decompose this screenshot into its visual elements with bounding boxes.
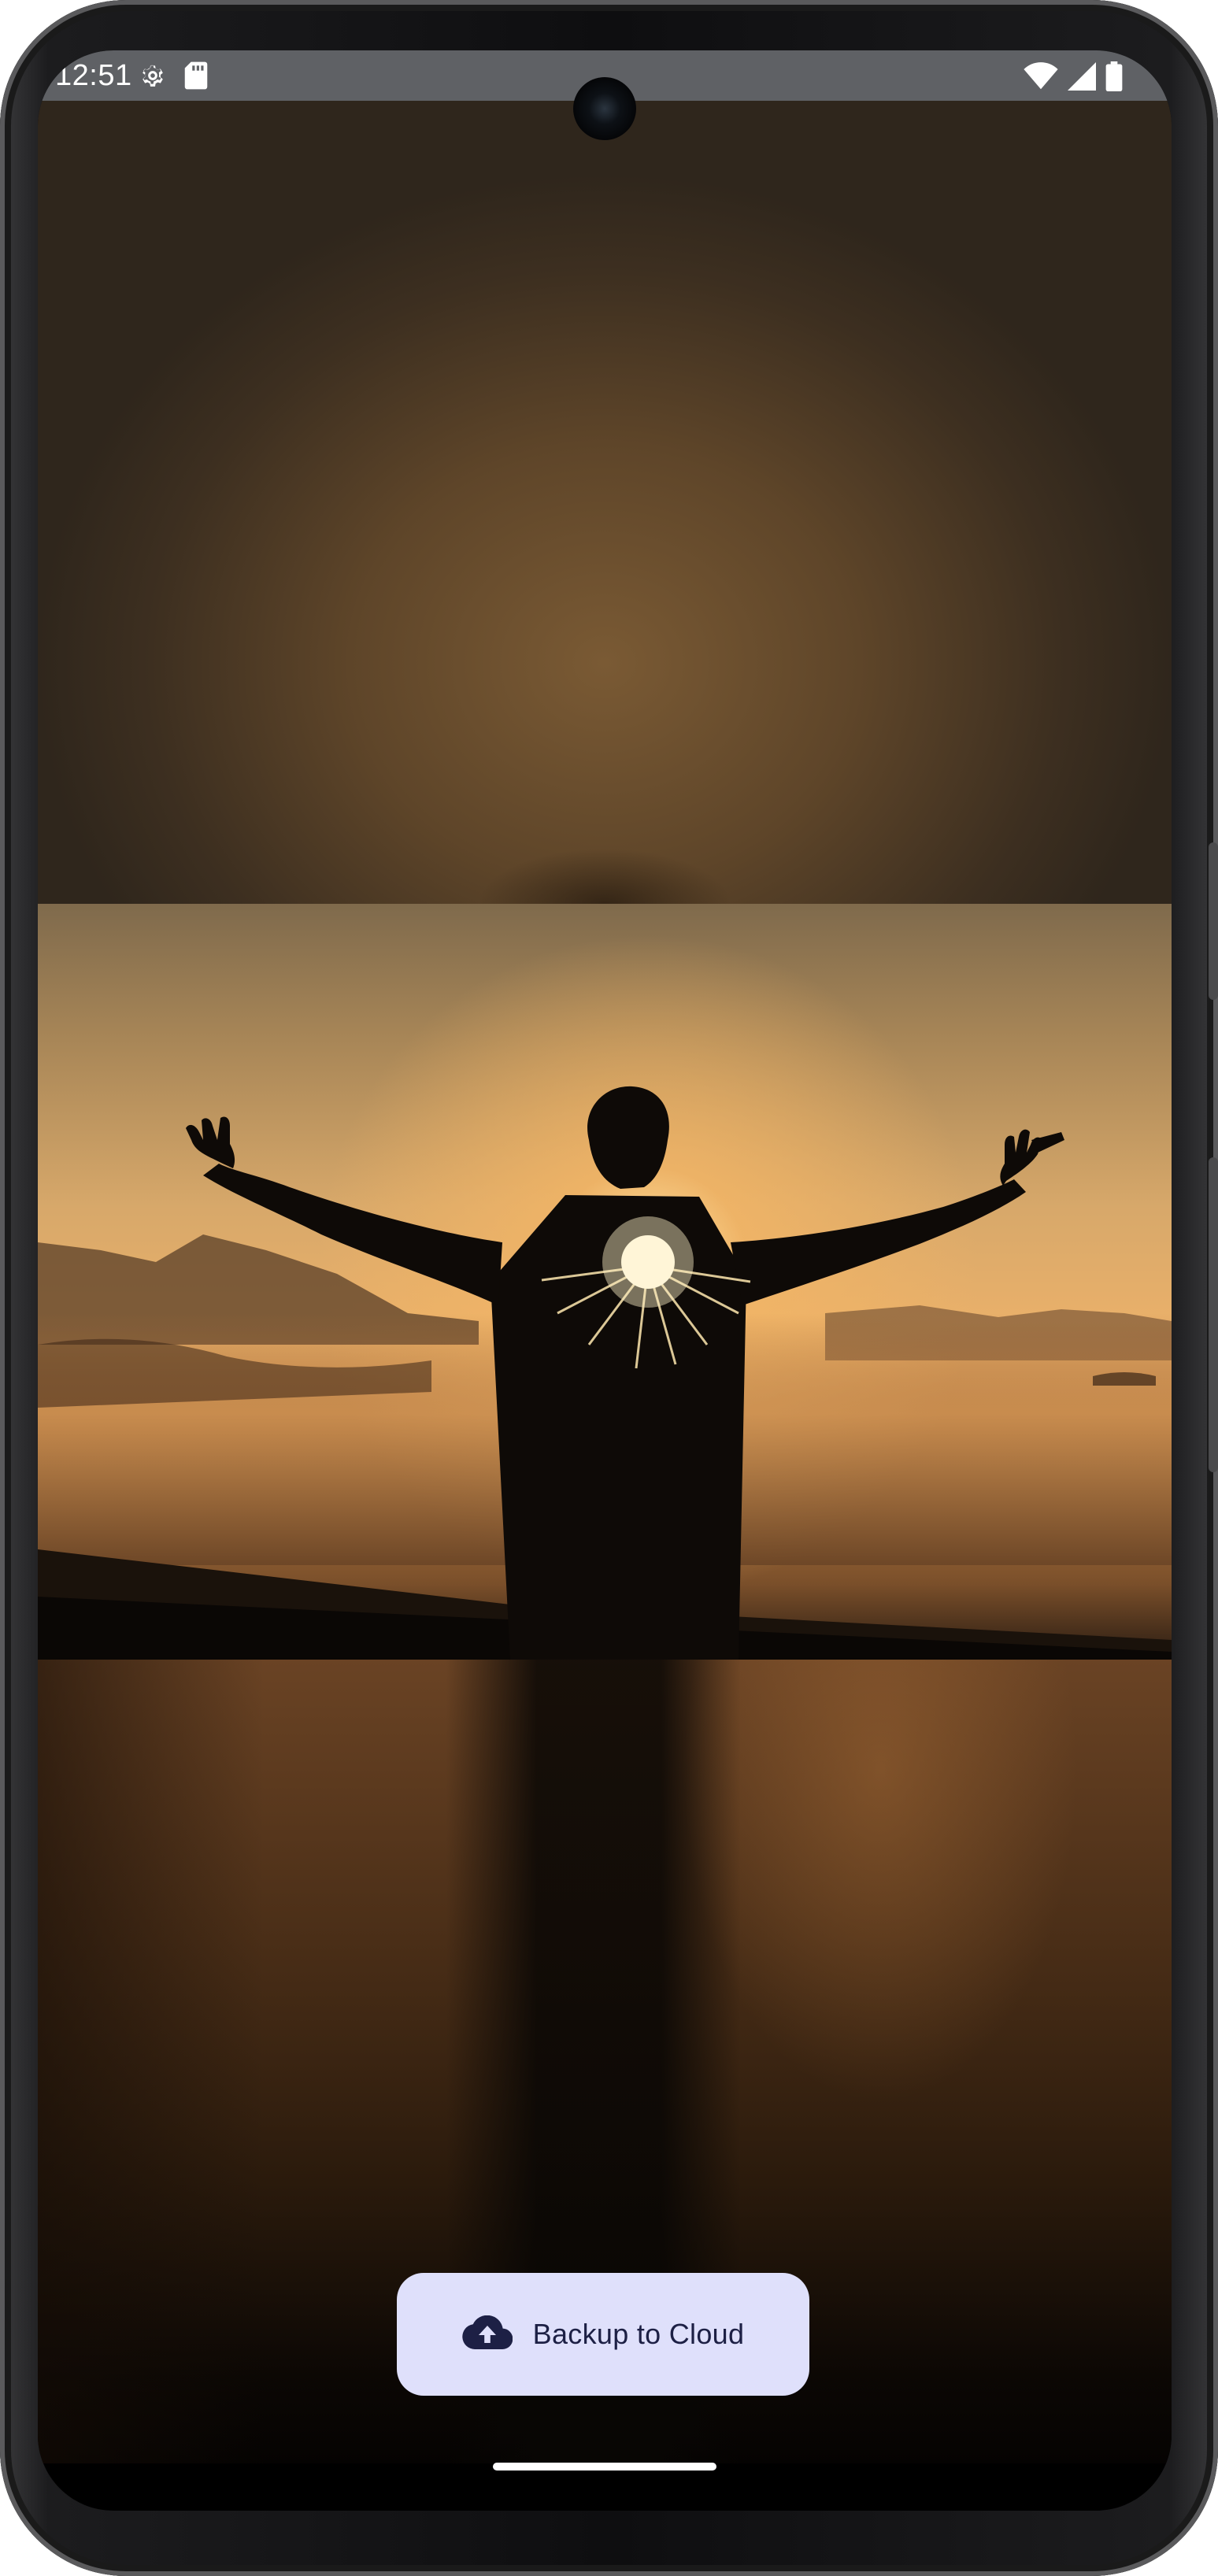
status-icons-left (137, 60, 209, 95)
home-gesture-handle[interactable] (493, 2463, 716, 2471)
status-time: 12:51 (55, 59, 132, 92)
status-icons-right (1024, 61, 1123, 95)
sunrise-silhouette-photo (38, 904, 1172, 1660)
phone-screen: 12:51 Backup to Cloud (38, 50, 1172, 2511)
cloud-upload-icon (461, 2315, 513, 2354)
power-button (1209, 1157, 1218, 1472)
front-camera-cutout (573, 77, 636, 140)
navigation-area (38, 2393, 1172, 2511)
photo-illustration (38, 904, 1172, 1660)
cellular-signal-icon (1068, 62, 1096, 94)
settings-gear-icon (137, 60, 168, 95)
sd-card-icon (183, 61, 209, 94)
blurred-background-top (38, 101, 1172, 904)
backup-to-cloud-button[interactable]: Backup to Cloud (397, 2273, 809, 2396)
battery-icon (1105, 61, 1123, 95)
backup-button-label: Backup to Cloud (532, 2318, 745, 2350)
volume-button (1209, 842, 1218, 1000)
device-frame: 12:51 Backup to Cloud (0, 0, 1218, 2576)
wifi-icon (1024, 62, 1058, 94)
